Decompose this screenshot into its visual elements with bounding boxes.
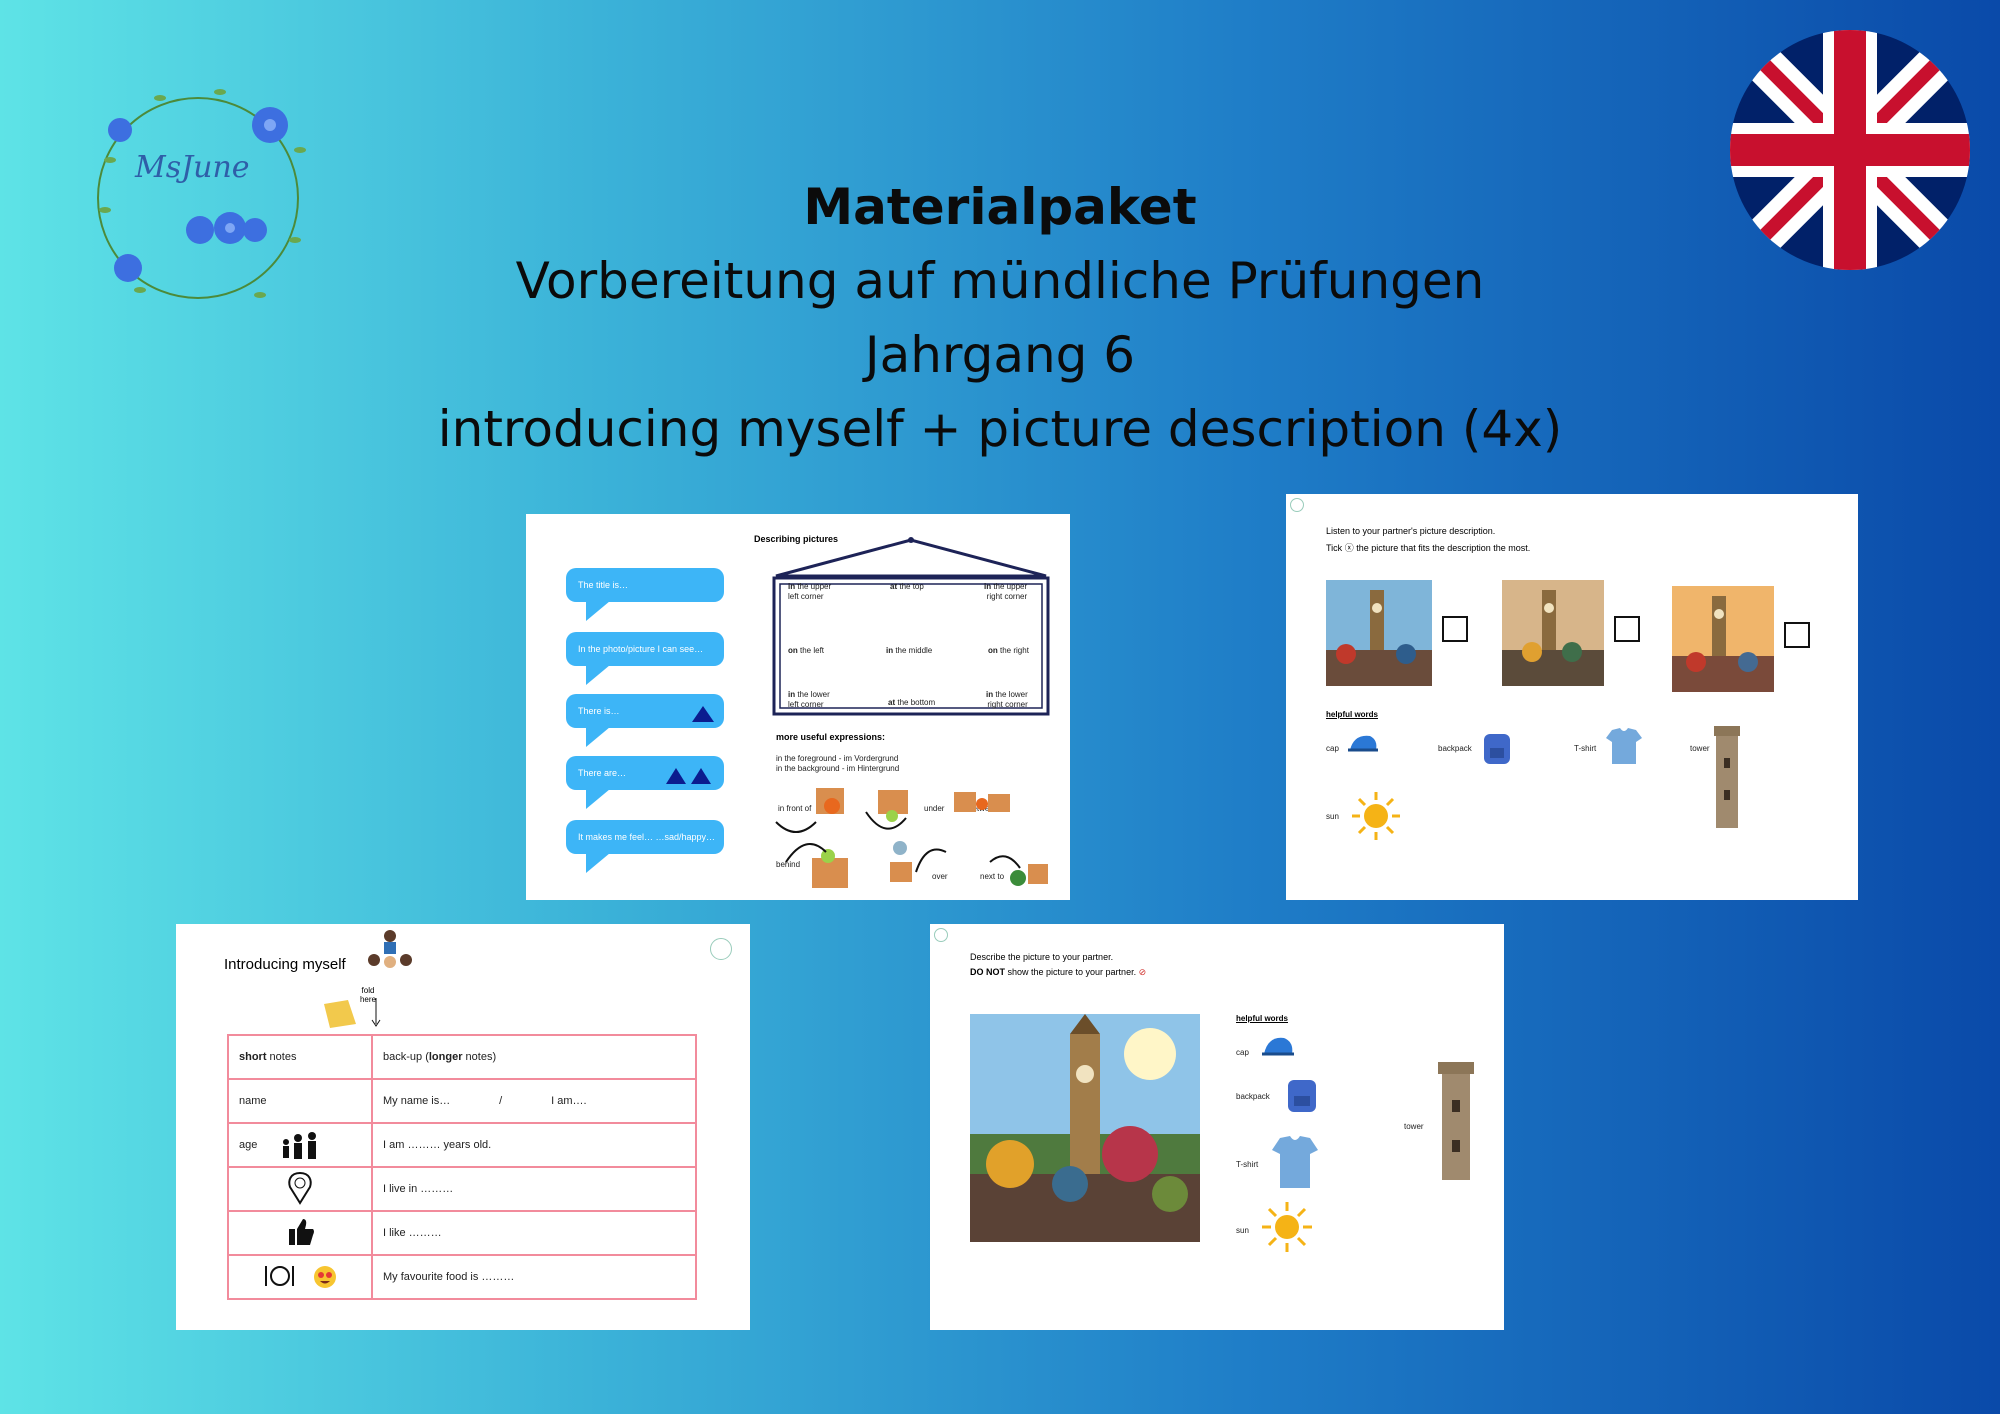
small-logo-icon-4 [934, 928, 948, 942]
word-t-shirt-4: T-shirt [1236, 1160, 1259, 1169]
cell-location-text[interactable]: I live in ……… [371, 1166, 697, 1212]
picture-option-1[interactable] [1326, 580, 1432, 686]
cell-name-text[interactable]: My name is… / I am…. [371, 1078, 697, 1124]
tower-icon [1714, 726, 1740, 828]
pos-right: on the right [988, 646, 1029, 655]
cell-longer-notes: back-up (longer notes) [371, 1034, 697, 1080]
t-shirt-icon [1606, 728, 1642, 764]
word-backpack-4: backpack [1236, 1092, 1270, 1101]
cell-like-label [227, 1210, 373, 1256]
table-row: My favourite food is ……… [227, 1254, 697, 1300]
cap-icon-4 [1262, 1037, 1294, 1056]
word-cap: cap [1326, 744, 1339, 753]
backpack-icon [1484, 734, 1510, 764]
header: Materialpaket Vorbereitung auf mündliche… [0, 170, 2000, 466]
family-icon [283, 1132, 317, 1159]
title-line-3: Jahrgang 6 [864, 326, 1136, 384]
card4-helpful-words: helpful words [1236, 1014, 1288, 1023]
word-backpack: backpack [1438, 744, 1472, 753]
sun-icon [1352, 792, 1400, 840]
tick-box-1[interactable] [1442, 616, 1468, 642]
word-tower: tower [1690, 744, 1710, 753]
card-describing-pictures: Describing pictures The title is… In the… [526, 514, 1070, 900]
word-tower-4: tower [1404, 1122, 1424, 1131]
word-cap-4: cap [1236, 1048, 1249, 1057]
cell-name-label: name [227, 1078, 373, 1124]
card-describe: Describe the picture to your partner. DO… [930, 924, 1504, 1330]
card4-line2: DO NOT show the picture to your partner.… [970, 967, 1147, 977]
tower-icon-4 [1438, 1062, 1474, 1180]
picture-option-3[interactable] [1672, 586, 1774, 692]
no-sign-icon: ⊘ [1138, 967, 1147, 977]
card2-line1: Listen to your partner's picture descrip… [1326, 526, 1496, 536]
thumbs-up-icon [289, 1218, 314, 1245]
people-icon [368, 930, 412, 968]
cell-food-label [227, 1254, 373, 1300]
table-row: short notes back-up (longer notes) [227, 1034, 697, 1080]
cell-age-text[interactable]: I am ……… years old. [371, 1122, 697, 1168]
sun-icon-4 [1262, 1202, 1312, 1252]
backpack-icon-4 [1288, 1080, 1316, 1112]
pos-lower-right: in the lower right corner [986, 690, 1028, 709]
background-text: in the background - im Hintergrund [776, 764, 900, 773]
tick-x-icon: ⓧ [1344, 543, 1354, 553]
word-sun-4: sun [1236, 1226, 1249, 1235]
card2-line2: Tick ⓧ the picture that fits the descrip… [1326, 543, 1531, 553]
intro-table: short notes back-up (longer notes) name … [227, 1034, 697, 1300]
card-introducing-myself: Introducing myself fold here short notes… [176, 924, 750, 1330]
bubble-feel: It makes me feel… …sad/happy… [566, 820, 724, 873]
word-t-shirt: T-shirt [1574, 744, 1597, 753]
bubble-title: The title is… [566, 568, 724, 621]
cell-location-label [227, 1166, 373, 1212]
pos-top: at the top [890, 582, 924, 591]
title-line-2: Vorbereitung auf mündliche Prüfungen [515, 252, 1485, 310]
cell-age-label: age [227, 1122, 373, 1168]
bubble-see: In the photo/picture I can see… [566, 632, 724, 685]
table-row: name My name is… / I am…. [227, 1078, 697, 1124]
pos-middle: in the middle [886, 646, 933, 655]
card3-title: Introducing myself [224, 956, 346, 973]
table-row: I live in ……… [227, 1166, 697, 1212]
pos-left: on the left [788, 646, 825, 655]
pos-bottom: at the bottom [888, 698, 936, 707]
cell-food-text[interactable]: My favourite food is ……… [371, 1254, 697, 1300]
card4-line1: Describe the picture to your partner. [970, 952, 1114, 962]
big-ben-picture [970, 1014, 1200, 1242]
heart-eyes-emoji-icon [313, 1265, 336, 1288]
pos-upper-left: in the upper left corner [788, 582, 832, 601]
foreground-text: in the foreground - im Vordergrund [776, 754, 899, 763]
cell-short-notes: short notes [227, 1034, 373, 1080]
pos-upper-right: in the upper right corner [984, 582, 1028, 601]
title-line-4: introducing myself + picture description… [437, 400, 1563, 458]
triangle-icon [692, 706, 714, 722]
more-expressions-title: more useful expressions: [776, 732, 886, 742]
cap-icon [1348, 735, 1378, 752]
t-shirt-icon-4 [1272, 1136, 1318, 1188]
small-logo-icon [1290, 498, 1304, 512]
card-listen: Listen to your partner's picture descrip… [1286, 494, 1858, 900]
food-icon [265, 1265, 295, 1286]
title-line-1: Materialpaket [803, 178, 1197, 236]
tick-box-3[interactable] [1784, 622, 1810, 648]
pos-lower-left: in the lower left corner [788, 690, 830, 709]
fold-hand-icon [324, 998, 381, 1028]
tick-box-2[interactable] [1614, 616, 1640, 642]
box-icons [775, 788, 1048, 888]
table-row: I like ……… [227, 1210, 697, 1256]
small-logo-icon-3 [710, 938, 732, 960]
location-pin-icon [288, 1171, 312, 1205]
card2-helpful-words: helpful words [1326, 710, 1378, 719]
triangles-icon [666, 768, 711, 784]
table-row: age I am ……… years old. [227, 1122, 697, 1168]
picture-option-2[interactable] [1502, 580, 1604, 686]
cell-like-text[interactable]: I like ……… [371, 1210, 697, 1256]
word-sun: sun [1326, 812, 1339, 821]
